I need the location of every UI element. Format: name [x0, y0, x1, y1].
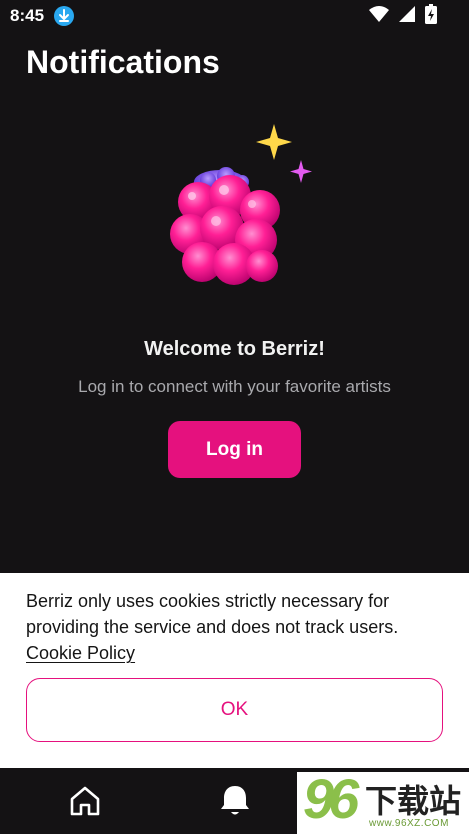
site-watermark: 96 下载站 www.96XZ.COM [297, 767, 469, 834]
watermark-number: 96 [303, 767, 359, 830]
watermark-url: www.96XZ.COM [369, 818, 449, 829]
signal-icon [399, 5, 415, 27]
sparkle-pink-icon [290, 160, 312, 183]
home-icon[interactable] [66, 784, 104, 818]
watermark-text: 下载站 [365, 783, 462, 819]
raspberry-illustration [150, 120, 320, 300]
battery-icon [425, 3, 437, 29]
status-time: 8:45 [10, 6, 45, 25]
cookie-policy-link[interactable]: Cookie Policy [26, 640, 135, 666]
sparkle-yellow-icon [256, 124, 292, 160]
bell-icon[interactable] [216, 783, 254, 819]
page-title: Notifications [26, 44, 220, 80]
status-bar: 8:45 [0, 0, 469, 32]
welcome-subtitle: Log in to connect with your favorite art… [78, 377, 391, 396]
login-button[interactable]: Log in [168, 421, 301, 478]
status-icons [369, 3, 437, 29]
cookie-banner: Berriz only uses cookies strictly necess… [0, 573, 469, 768]
cookie-ok-button[interactable]: OK [26, 678, 443, 742]
cookie-banner-text: Berriz only uses cookies strictly necess… [26, 591, 399, 637]
welcome-heading: Welcome to Berriz! [144, 338, 325, 360]
download-icon [54, 6, 74, 26]
wifi-icon [369, 5, 389, 27]
